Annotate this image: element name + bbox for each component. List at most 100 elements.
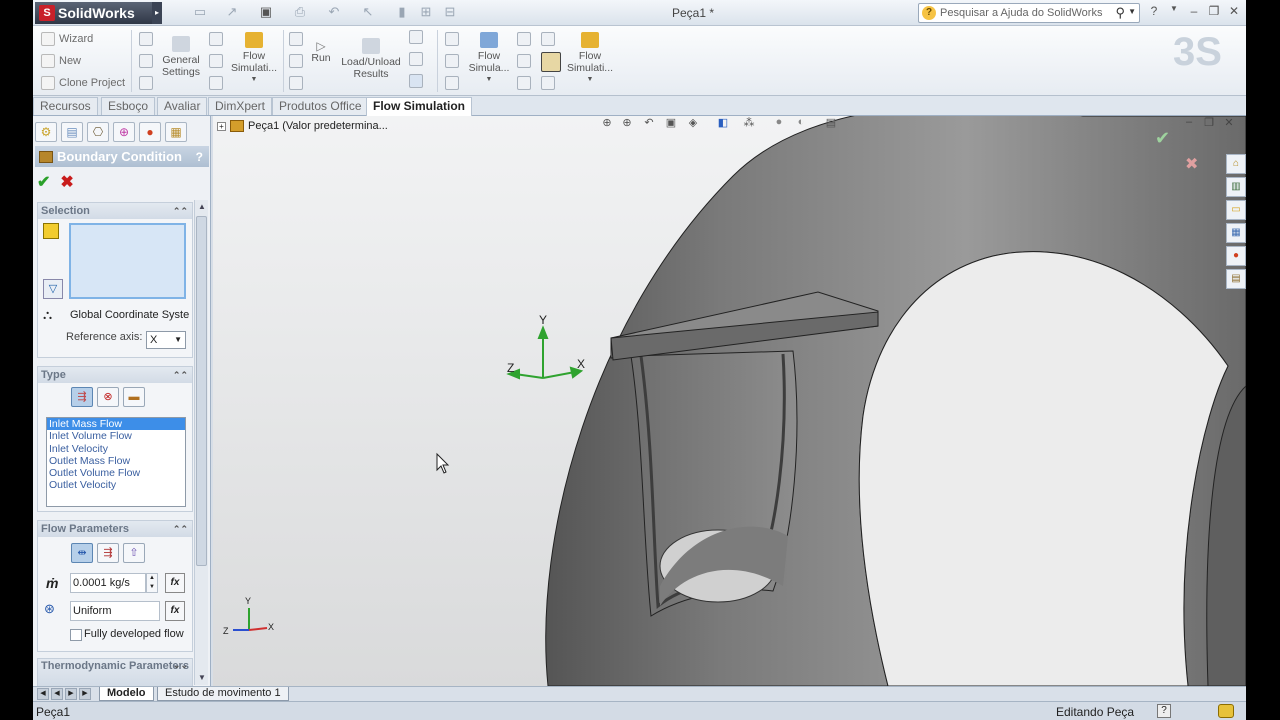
options-grid-icon[interactable]: ⊟ [441, 4, 459, 22]
viewport-restore-icon[interactable]: ❐ [1201, 116, 1217, 132]
flow-trajectories-icon[interactable] [517, 54, 531, 68]
apply-scene-icon[interactable]: ◐ [793, 116, 809, 134]
confirm-corner-ok-icon[interactable]: ✔ [1155, 128, 1170, 149]
design-library-icon[interactable]: ▥ [1226, 177, 1246, 197]
save-icon[interactable]: ▣ [257, 4, 275, 22]
new-doc-icon[interactable]: ▭ [191, 4, 209, 22]
calculation-control-icon[interactable] [289, 54, 303, 68]
dimxpert-tab-icon[interactable]: ⊕ [113, 122, 135, 142]
camera-icon[interactable] [409, 74, 423, 88]
profile-dependency-button[interactable]: fx [165, 601, 185, 621]
tab-avaliar[interactable]: Avaliar [157, 97, 208, 115]
fully-developed-flow-checkbox[interactable] [70, 629, 82, 641]
mesh-icon[interactable] [209, 32, 223, 46]
previous-view-icon[interactable]: ↶ [641, 116, 657, 134]
general-settings-button[interactable]: General Settings [161, 36, 201, 78]
surface-plot-icon[interactable] [445, 54, 459, 68]
scroll-thumb[interactable] [196, 216, 207, 566]
collapse-icon[interactable]: ⌃⌃ [173, 521, 188, 537]
list-item-inlet-volume-flow[interactable]: Inlet Volume Flow [47, 430, 185, 442]
viewport-minimize-icon[interactable]: – [1181, 116, 1197, 132]
selection-group-header[interactable]: Selection ⌃⌃ [38, 203, 192, 219]
run-button[interactable]: ▷ Run [309, 40, 333, 64]
restore-icon[interactable]: ❐ [1205, 4, 1223, 22]
wand-icon[interactable] [409, 30, 423, 44]
viewport-close-icon[interactable]: ✕ [1221, 116, 1237, 132]
prev-tab-icon[interactable]: ◀ [51, 688, 63, 700]
edit-appearance-icon[interactable]: ● [771, 116, 787, 134]
file-explorer-icon[interactable]: ▭ [1226, 200, 1246, 220]
pressure-openings-icon[interactable]: ⊗ [97, 387, 119, 407]
scroll-up-icon[interactable]: ▲ [195, 200, 209, 214]
flow-analysis-tab-icon[interactable]: ▦ [165, 122, 187, 142]
cancel-x-icon[interactable]: ✖ [60, 172, 73, 192]
panel-scrollbar[interactable]: ▲ ▼ [194, 200, 208, 685]
view-settings-icon[interactable]: ▤ [823, 116, 839, 134]
tab-modelo[interactable]: Modelo [99, 687, 154, 701]
select-icon[interactable]: ↖ [359, 4, 377, 22]
clone-project-button[interactable]: Clone Project [41, 76, 125, 90]
gear-icon[interactable] [139, 32, 153, 46]
thermodynamic-parameters-header[interactable]: Thermodynamic Parameters ⌄⌄ [38, 659, 192, 687]
sub-settings-icon[interactable] [139, 54, 153, 68]
flow-openings-icon[interactable]: ⇶ [71, 387, 93, 407]
last-tab-icon[interactable]: ▶ [79, 688, 91, 700]
search-icon[interactable]: ⚲ [1115, 5, 1125, 21]
search-dropdown-icon[interactable]: ▼ [1128, 7, 1136, 16]
scroll-down-icon[interactable]: ▼ [195, 671, 209, 685]
mass-flow-dependency-button[interactable]: fx [165, 573, 185, 593]
point-params-icon[interactable] [541, 32, 555, 46]
goal-plot-icon[interactable] [517, 76, 531, 90]
status-help-icon[interactable]: ? [1157, 704, 1171, 718]
coordinate-system-label[interactable]: Global Coordinate Syste [70, 309, 189, 321]
confirm-corner-cancel-icon[interactable]: ✖ [1185, 154, 1198, 174]
configuration-tab-icon[interactable]: ⎔ [87, 122, 109, 142]
filter-icon[interactable]: ▽ [43, 279, 63, 299]
type-group-header[interactable]: Type ⌃⌃ [38, 367, 192, 383]
view-orientation-icon[interactable]: ◈ [685, 116, 701, 134]
mass-flow-rate-input[interactable]: 0.0001 kg/s [70, 573, 146, 593]
undo-icon[interactable]: ↶ [325, 4, 343, 22]
options-icon[interactable]: ⊞ [417, 4, 435, 22]
first-tab-icon[interactable]: ◀ [37, 688, 49, 700]
faces-selection-box[interactable] [69, 223, 186, 299]
tags-icon[interactable] [1218, 704, 1234, 718]
zoom-to-fit-icon[interactable]: ⊕ [599, 116, 615, 134]
tab-dimxpert[interactable]: DimXpert [208, 97, 273, 115]
display-style-icon[interactable]: ◧ [715, 116, 731, 134]
wizard-button[interactable]: Wizard [41, 32, 93, 46]
help-search-input[interactable]: ? Pesquisar a Ajuda do SolidWorks ⚲ ▼ [918, 3, 1140, 23]
graphics-area[interactable]: Y X Z Y X Z + Peça1 (Valor predetermina.… [213, 116, 1246, 686]
save-results-icon[interactable] [409, 52, 423, 66]
tab-produtos-office[interactable]: Produtos Office [272, 97, 369, 115]
flow-simulation-tools-button[interactable]: Flow Simulati... ▼ [563, 32, 617, 86]
ok-check-icon[interactable]: ✔ [37, 172, 50, 192]
home-icon[interactable]: ⌂ [1226, 154, 1246, 174]
list-item-outlet-velocity[interactable]: Outlet Velocity [47, 479, 185, 491]
menu-expand-arrow-icon[interactable]: ▸ [152, 2, 162, 24]
fluid-subdomain-icon[interactable] [209, 76, 223, 90]
list-item-outlet-volume-flow[interactable]: Outlet Volume Flow [47, 467, 185, 479]
swirl-icon[interactable]: ⇶ [97, 543, 119, 563]
expand-tree-icon[interactable]: + [217, 121, 226, 131]
list-item-inlet-mass-flow[interactable]: Inlet Mass Flow [47, 418, 185, 431]
xy-plot-icon[interactable] [517, 32, 531, 46]
isosurface-icon[interactable] [445, 76, 459, 90]
wall-icon[interactable]: ▬ [123, 387, 145, 407]
custom-properties-icon[interactable]: ▤ [1226, 269, 1246, 289]
help-icon[interactable]: ? [1145, 4, 1163, 22]
property-manager-tab-icon[interactable]: ▤ [61, 122, 83, 142]
dropdown-arrow-icon[interactable]: ▼ [465, 74, 513, 86]
hide-show-items-icon[interactable]: ⁂ [741, 116, 757, 134]
mass-flow-spinner[interactable]: ▲ ▼ [146, 573, 158, 593]
list-item-outlet-mass-flow[interactable]: Outlet Mass Flow [47, 455, 185, 467]
solidworks-menu-button[interactable]: S SolidWorks [35, 2, 160, 24]
batch-run-icon[interactable] [289, 76, 303, 90]
tab-esboco[interactable]: Esboço [101, 97, 156, 115]
help-dropdown-icon[interactable]: ▼ [1165, 4, 1183, 22]
computational-domain-icon[interactable] [289, 32, 303, 46]
help-icon[interactable]: ? [196, 150, 203, 164]
new-project-button[interactable]: New [41, 54, 81, 68]
report-icon[interactable] [541, 76, 555, 90]
goals-icon[interactable] [139, 76, 153, 90]
